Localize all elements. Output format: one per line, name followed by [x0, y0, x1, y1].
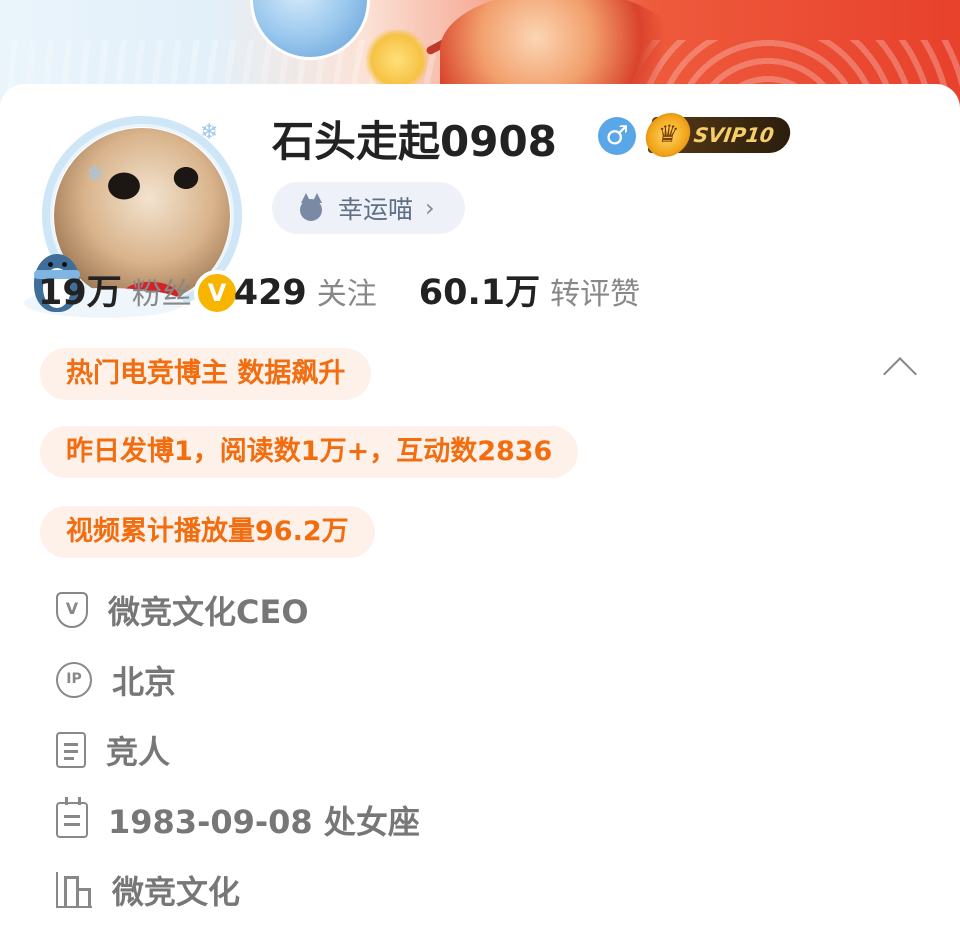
verification-text: 微竞文化CEO [108, 593, 309, 631]
profile-card: ❄ ❄ V 石头走起0908 ♂ ♛ SVIP10 幸运喵 › 19万 粉丝 4… [0, 84, 960, 932]
male-gender-icon: ♂ [598, 117, 636, 155]
calendar-icon [56, 797, 88, 838]
crown-icon: ♛ [642, 113, 694, 157]
chevron-right-icon: › [425, 194, 435, 222]
bio-text: 竞人 [106, 733, 171, 771]
info-birthday: 1983-09-08 处女座 [56, 797, 420, 842]
company-text: 微竞文化 [112, 873, 241, 911]
highlight-hot-blogger[interactable]: 热门电竞博主 数据飙升 [40, 348, 372, 400]
birthday-text: 1983-09-08 处女座 [108, 803, 420, 841]
stat-value: 19万 [38, 273, 122, 313]
username: 石头走起0908 [272, 117, 557, 166]
info-ip-location: IP 北京 [56, 658, 176, 702]
badge-label: 幸运喵 [338, 195, 414, 224]
shield-v-icon: V [56, 592, 88, 628]
lucky-cat-badge-button[interactable]: 幸运喵 › [272, 182, 465, 234]
chevron-up-icon[interactable] [883, 357, 917, 391]
banner-flower [362, 30, 432, 90]
ip-icon: IP [56, 662, 92, 698]
stat-value: 60.1万 [418, 273, 541, 313]
info-company: 微竞文化 [56, 868, 240, 912]
document-icon [56, 732, 86, 768]
info-bio: 竞人 [56, 728, 170, 772]
highlight-yesterday-stats[interactable]: 昨日发博1，阅读数1万+，互动数2836 [40, 426, 579, 478]
svip-badge[interactable]: ♛ SVIP10 [642, 113, 793, 157]
highlight-video-views[interactable]: 视频累计播放量96.2万 [40, 506, 375, 558]
stats-row: 19万 粉丝 429 关注 60.1万 转评赞 [38, 264, 682, 315]
stat-followers[interactable]: 19万 粉丝 [38, 264, 192, 315]
svip-label: SVIP10 [692, 123, 776, 147]
stat-label: 粉丝 [131, 277, 192, 312]
stat-label: 转评赞 [550, 277, 641, 312]
ip-location-text: 北京 [112, 663, 177, 701]
cat-icon [296, 193, 326, 223]
stat-label: 关注 [316, 277, 377, 312]
stat-likes[interactable]: 60.1万 转评赞 [419, 264, 640, 315]
snowflake-icon: ❄ [86, 162, 105, 187]
snowflake-icon: ❄ [200, 120, 219, 145]
info-verification: V 微竞文化CEO [56, 588, 309, 632]
building-icon [56, 872, 92, 908]
stat-value: 429 [233, 273, 307, 313]
stat-following[interactable]: 429 关注 [234, 269, 377, 313]
